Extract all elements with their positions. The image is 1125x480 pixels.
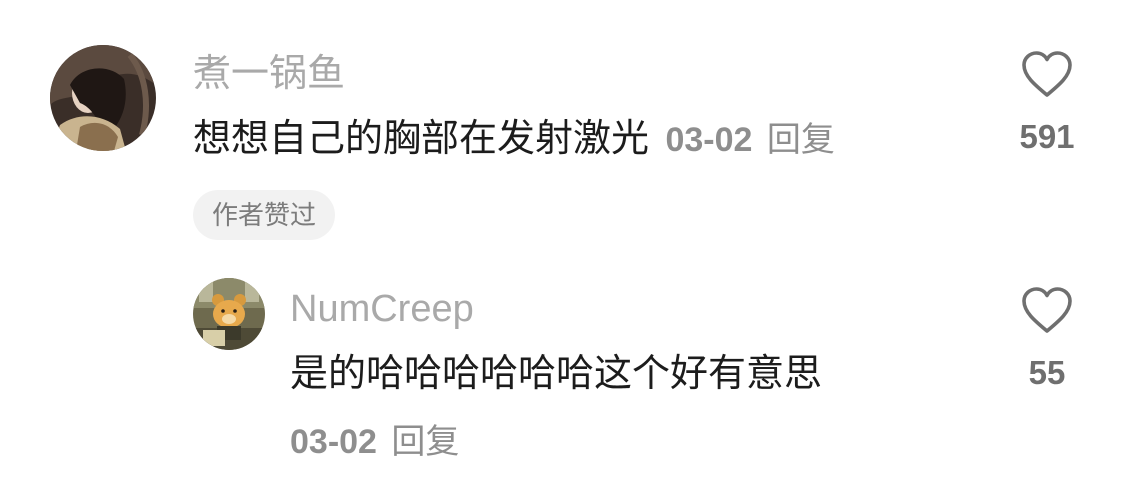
like-count: 55 xyxy=(1028,354,1066,391)
reply-body[interactable]: 是的哈哈哈哈哈哈这个好有意思 xyxy=(290,355,822,393)
commenter-username[interactable]: 煮一锅鱼 xyxy=(193,55,345,93)
reply-like-group[interactable]: 55 xyxy=(987,286,1107,389)
comment-body[interactable]: 想想自己的胸部在发射激光 03-02 回复 xyxy=(193,120,835,158)
reply-link[interactable]: 回复 xyxy=(767,121,835,159)
like-count: 591 xyxy=(1019,118,1075,155)
replier-avatar[interactable] xyxy=(193,278,265,350)
comment-date: 03-02 xyxy=(665,121,753,159)
heart-icon[interactable] xyxy=(987,286,1107,334)
commenter-avatar[interactable] xyxy=(50,45,156,151)
comment-like-group[interactable]: 591 xyxy=(987,50,1107,153)
reply-link[interactable]: 回复 xyxy=(391,423,459,461)
reply-meta: 03-02 回复 xyxy=(290,425,459,459)
author-liked-badge: 作者赞过 xyxy=(193,190,336,240)
replier-username[interactable]: NumCreep xyxy=(290,290,474,328)
reply-text: 是的哈哈哈哈哈哈这个好有意思 xyxy=(290,353,823,395)
heart-icon[interactable] xyxy=(987,50,1107,98)
reply-date: 03-02 xyxy=(290,423,377,461)
comment-text: 想想自己的胸部在发射激光 xyxy=(193,118,650,160)
